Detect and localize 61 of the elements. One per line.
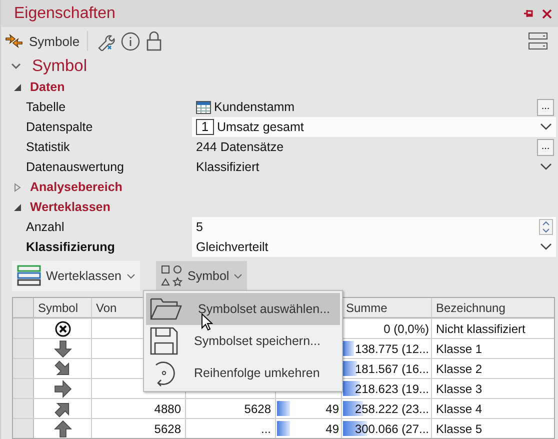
- table-cell: 4880: [92, 399, 186, 418]
- property-label: Tabelle: [25, 100, 67, 114]
- category-title[interactable]: Analysebereich: [30, 180, 122, 194]
- pin-icon[interactable]: [523, 8, 534, 19]
- classes-icon: [17, 265, 41, 287]
- table-cell-text: Klasse 3: [435, 380, 484, 398]
- dropdown-chevron-icon[interactable]: [540, 123, 552, 131]
- caret-icon: [126, 274, 134, 278]
- property-label: Klassifizierung: [25, 240, 116, 254]
- toolbar-dropdown-button[interactable]: Werteklassen: [12, 261, 140, 291]
- layout-icon[interactable]: [528, 31, 548, 51]
- property-value-field[interactable]: 244 Datensätze ...: [192, 137, 556, 157]
- property-value-field[interactable]: 1 Umsatz gesamt: [192, 117, 556, 137]
- arrows-icon: [5, 34, 23, 48]
- table-cell-text: Nicht klassifiziert: [435, 320, 526, 338]
- menu-item[interactable]: Symbolset speichern...: [146, 325, 340, 357]
- category-title[interactable]: Werteklassen: [30, 200, 110, 214]
- table-cell-text: Klasse 2: [435, 360, 484, 378]
- table-cell: ...: [186, 419, 276, 438]
- table-cell: 218.623 (19...: [342, 379, 432, 398]
- property-label: Anzahl: [25, 220, 66, 234]
- property-value-field[interactable]: Kundenstamm ...: [192, 97, 556, 117]
- info-icon[interactable]: [120, 32, 140, 50]
- column-header[interactable]: Bezeichnung: [432, 298, 553, 317]
- property-label: Statistik: [25, 140, 71, 154]
- spinner-icon[interactable]: [539, 219, 553, 235]
- table-icon: [196, 100, 211, 114]
- column-header[interactable]: Symbol: [34, 298, 92, 317]
- expand-triangle-icon[interactable]: [13, 182, 22, 192]
- table-cell: 49: [276, 399, 342, 418]
- lock-icon[interactable]: [146, 31, 162, 51]
- table-cell: 258.222 (23...: [342, 399, 432, 418]
- table-cell: 5628: [92, 419, 186, 438]
- property-value-field[interactable]: 5: [192, 217, 556, 237]
- property-value-field[interactable]: Klassifiziert: [192, 157, 556, 177]
- toolbar-label: Symbole: [29, 34, 80, 48]
- table-cell: 300.066 (27...: [342, 419, 432, 438]
- property-label: Datenauswertung: [25, 160, 125, 174]
- ellipsis-button[interactable]: ...: [537, 98, 554, 116]
- table-cell-text: Klasse 4: [435, 400, 484, 418]
- table-cell: 49: [276, 419, 342, 438]
- caret-icon: [234, 274, 242, 278]
- dropdown-chevron-icon[interactable]: [540, 163, 552, 171]
- ellipsis-button[interactable]: ...: [537, 138, 554, 156]
- column-number-badge: 1: [196, 119, 214, 135]
- table-cell-text: Klasse 1: [435, 340, 484, 358]
- category-title[interactable]: Daten: [30, 80, 65, 94]
- table-cell-text: Klasse 5: [435, 420, 484, 438]
- panel-title: Eigenschaften: [14, 4, 116, 22]
- dropdown-chevron-icon[interactable]: [540, 243, 552, 251]
- collapse-triangle-icon[interactable]: [13, 202, 22, 212]
- table-cell: 5628: [186, 399, 276, 418]
- collapse-triangle-icon[interactable]: [13, 82, 22, 92]
- property-value-field[interactable]: Gleichverteilt: [192, 237, 556, 257]
- close-icon[interactable]: [542, 8, 552, 18]
- property-label: Datenspalte: [25, 120, 94, 134]
- section-title: Symbol: [32, 56, 88, 76]
- toolbar-dropdown-button[interactable]: Symbol: [156, 261, 248, 291]
- shapes-icon: [160, 265, 182, 287]
- menu-item[interactable]: Reihenfolge umkehren: [146, 357, 340, 389]
- folder-icon: [150, 296, 182, 322]
